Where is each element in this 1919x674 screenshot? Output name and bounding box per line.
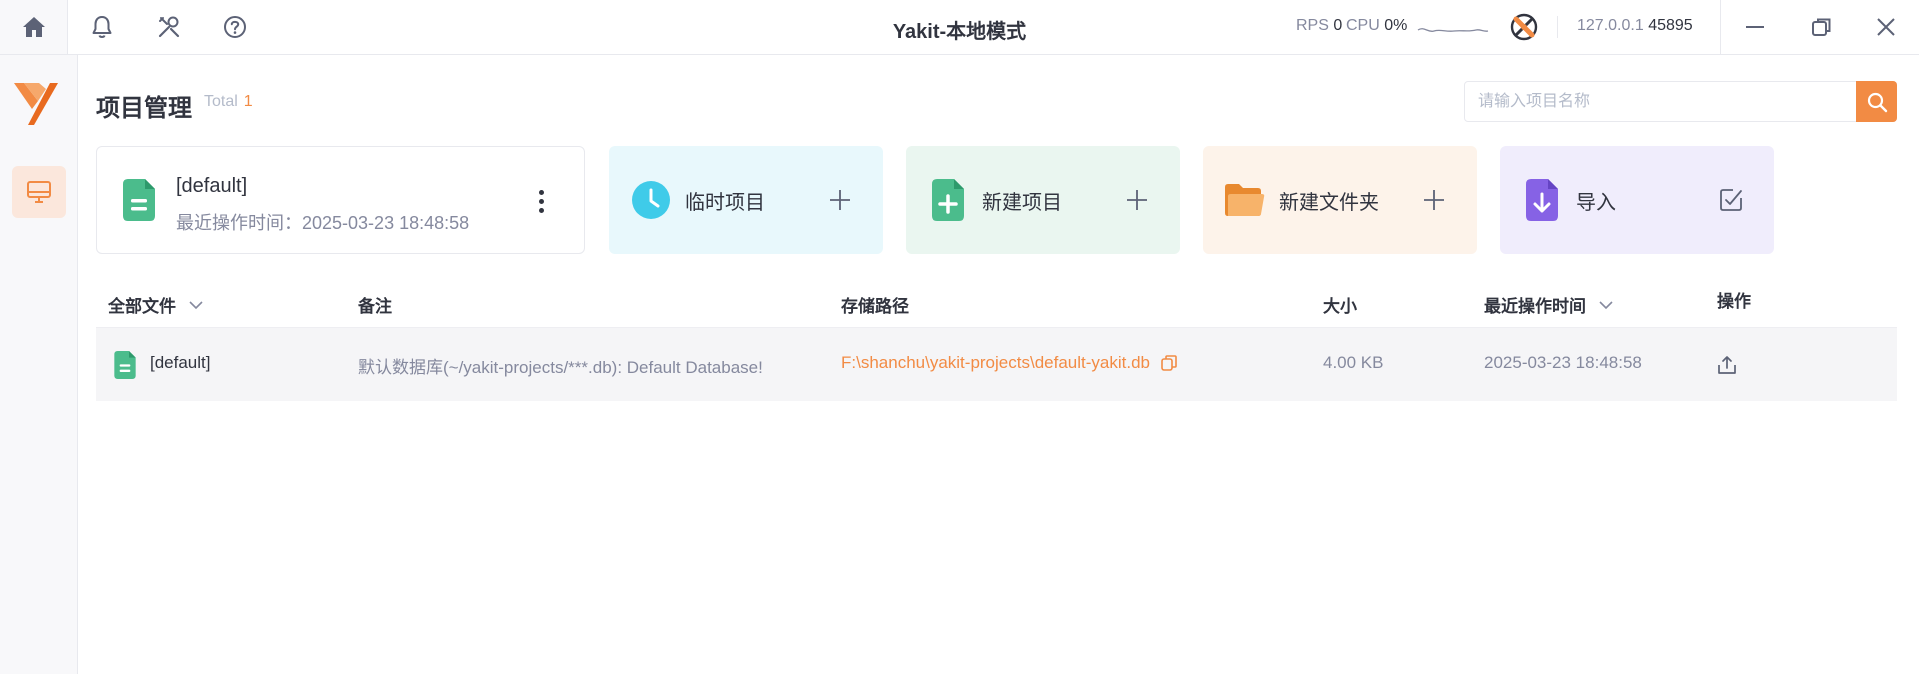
column-header-note: 备注: [358, 292, 392, 317]
copy-icon[interactable]: [1160, 354, 1178, 372]
temporary-project-label: 临时项目: [685, 191, 765, 214]
total-count: Total 1: [204, 93, 253, 111]
current-project-time: 最近操作时间：2025-03-23 18:48:58: [176, 209, 469, 235]
bell-icon[interactable]: [68, 0, 136, 54]
plus-icon: [825, 185, 855, 215]
row-path-text: F:\shanchu\yakit-projects\default-yakit.…: [841, 353, 1150, 372]
column-path-label: 存储路径: [841, 297, 909, 316]
engine-status-icon[interactable]: [1510, 13, 1538, 46]
minimize-icon: [1745, 26, 1764, 28]
column-header-size: 大小: [1323, 292, 1357, 317]
column-header-actions: 操作: [1717, 287, 1751, 312]
engine-address: 127.0.0.1 45895: [1577, 17, 1693, 35]
help-icon[interactable]: [201, 0, 269, 54]
total-label: Total: [204, 93, 238, 110]
cpu-sparkline: [1417, 28, 1489, 33]
yakit-logo: [12, 79, 60, 134]
chevron-down-icon: [1599, 300, 1613, 309]
row-path: F:\shanchu\yakit-projects\default-yakit.…: [841, 353, 1178, 373]
plus-icon: [1419, 185, 1449, 215]
home-icon[interactable]: [0, 0, 68, 54]
import-label: 导入: [1576, 191, 1616, 214]
rps-value: 0: [1333, 17, 1343, 34]
column-header-files[interactable]: 全部文件: [108, 292, 204, 317]
column-files-label: 全部文件: [108, 297, 176, 316]
rps-stat: RPS 0: [1296, 17, 1342, 35]
clock-icon: [631, 180, 671, 220]
database-file-icon: [114, 351, 136, 384]
monitor-icon: [27, 181, 51, 203]
sidebar: [0, 55, 78, 674]
column-header-path: 存储路径: [841, 292, 909, 317]
file-download-icon: [1522, 179, 1562, 221]
search-input[interactable]: [1465, 82, 1857, 121]
row-project-name: [default]: [150, 353, 211, 372]
table-row[interactable]: [default] 默认数据库(~/yakit-projects/***.db)…: [96, 327, 1897, 401]
sidebar-item-projects[interactable]: [12, 166, 66, 218]
rps-label: RPS: [1296, 17, 1329, 34]
title-bar: Yakit-本地模式 RPS 0 CPU 0% 127.0.0.1 45895: [0, 0, 1919, 55]
import-card[interactable]: 导入: [1500, 146, 1774, 254]
new-folder-label: 新建文件夹: [1279, 191, 1379, 214]
restore-icon: [1812, 18, 1831, 36]
temporary-project-card[interactable]: 临时项目: [609, 146, 883, 254]
minimize-button[interactable]: [1720, 0, 1788, 54]
new-project-card[interactable]: 新建项目: [906, 146, 1180, 254]
close-icon: [1877, 18, 1895, 36]
project-search: [1464, 81, 1897, 122]
current-project-name: [default]: [176, 175, 248, 197]
new-project-label: 新建项目: [982, 191, 1062, 214]
row-time: 2025-03-23 18:48:58: [1484, 353, 1642, 372]
page-title: 项目管理: [96, 95, 192, 122]
new-folder-card[interactable]: 新建文件夹: [1203, 146, 1477, 254]
row-note: 默认数据库(~/yakit-projects/***.db): Default …: [358, 358, 763, 377]
engine-port: 45895: [1648, 17, 1693, 34]
cpu-value: 0%: [1384, 17, 1408, 34]
plus-icon: [1122, 185, 1152, 215]
search-icon: [1867, 92, 1887, 112]
cpu-stat: CPU 0%: [1346, 17, 1407, 35]
search-button[interactable]: [1856, 81, 1897, 122]
last-time-value: 2025-03-23 18:48:58: [302, 213, 470, 233]
row-size: 4.00 KB: [1323, 353, 1384, 372]
folder-icon: [1225, 180, 1265, 220]
file-plus-icon: [928, 179, 968, 221]
import-check-icon: [1716, 185, 1746, 215]
restore-button[interactable]: [1788, 0, 1856, 54]
chevron-down-icon: [189, 300, 203, 309]
cpu-label: CPU: [1346, 17, 1380, 34]
close-button[interactable]: [1852, 0, 1919, 54]
export-icon[interactable]: [1716, 354, 1738, 381]
column-actions-label: 操作: [1717, 292, 1751, 311]
tools-icon[interactable]: [135, 0, 203, 54]
more-options-icon[interactable]: [531, 183, 551, 219]
column-header-time[interactable]: 最近操作时间: [1484, 292, 1614, 317]
total-value: 1: [243, 93, 253, 110]
last-time-label: 最近操作时间：: [176, 213, 302, 233]
column-size-label: 大小: [1323, 297, 1357, 316]
column-note-label: 备注: [358, 297, 392, 316]
engine-host: 127.0.0.1: [1577, 17, 1644, 34]
separator: [1557, 16, 1558, 38]
database-file-icon: [123, 179, 155, 226]
current-project-card[interactable]: [default] 最近操作时间：2025-03-23 18:48:58: [96, 146, 585, 254]
column-time-label: 最近操作时间: [1484, 297, 1586, 316]
